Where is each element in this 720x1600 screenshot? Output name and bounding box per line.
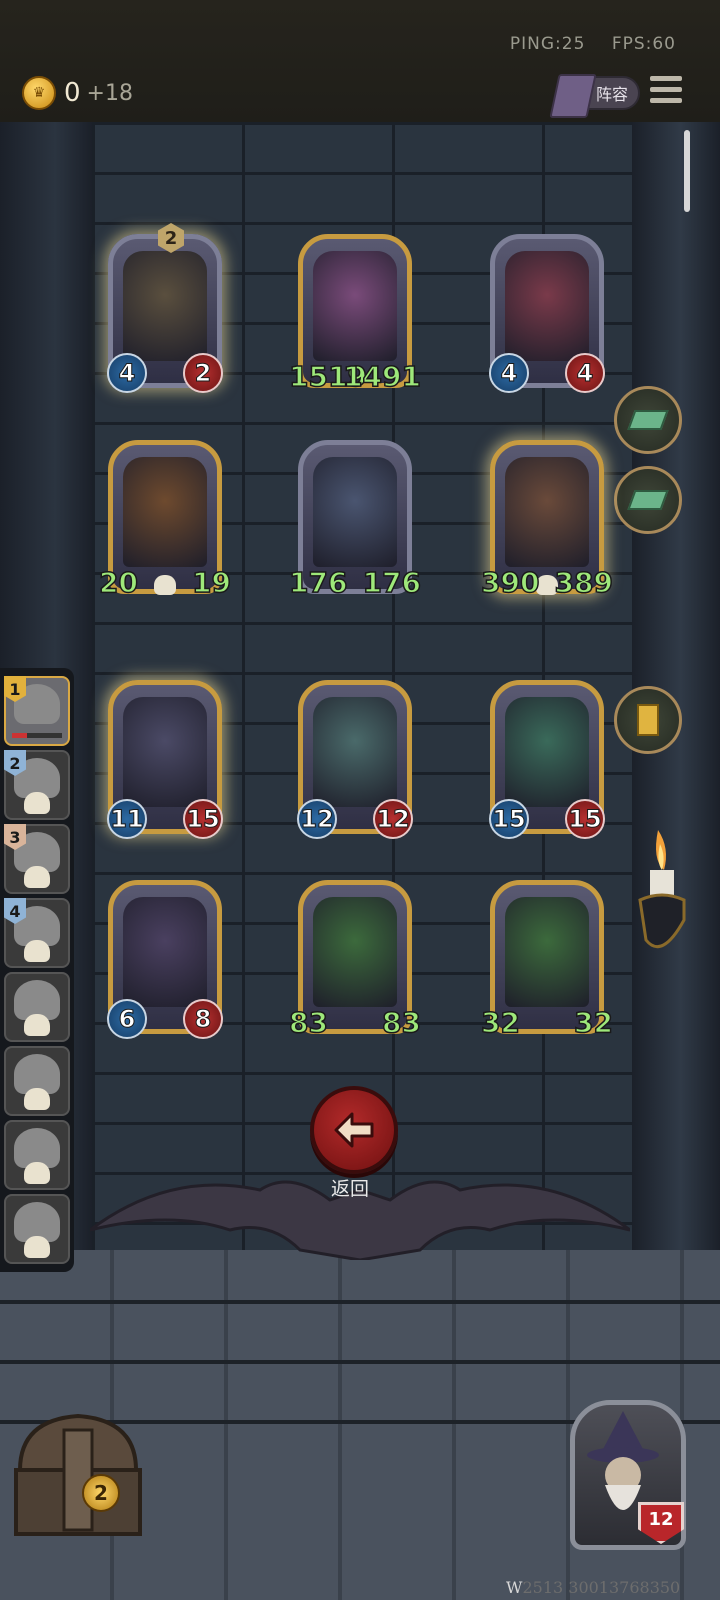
skull-icon (154, 575, 176, 595)
coin-value: 0 (64, 78, 81, 108)
minion-card-12[interactable]: 32 32 (480, 880, 614, 1040)
skull-icon (24, 940, 50, 962)
attack-value: 20 (98, 565, 138, 600)
minion-portrait (505, 697, 589, 807)
health-value: 4 (565, 353, 605, 393)
health-value: 8 (183, 999, 223, 1039)
minion-portrait (313, 251, 397, 361)
health-value: 19 (191, 565, 231, 600)
attack-value: 6 (107, 999, 147, 1039)
fps-text: FPS:60 (611, 34, 676, 54)
attack-value: 11 (107, 799, 147, 839)
hamburger-menu-icon[interactable] (650, 76, 682, 106)
minion-portrait (313, 457, 397, 567)
item-green-ingot-1[interactable] (614, 386, 682, 454)
attack-value: 12 (297, 799, 337, 839)
minion-portrait (123, 457, 207, 567)
attack-value: 83 (288, 1005, 328, 1040)
skull-icon (24, 1014, 50, 1036)
treasure-chest-icon[interactable] (10, 1410, 146, 1540)
minion-card-10[interactable]: 68 (107, 880, 223, 1039)
health-value: 12 (373, 799, 413, 839)
minion-card-2[interactable]: 1519 1491 (288, 234, 422, 394)
item-golden-trophy[interactable] (614, 686, 682, 754)
skull-icon (24, 792, 50, 814)
coin-counter: ♛ 0 +18 (22, 76, 133, 110)
minion-card-3[interactable]: 44 (489, 234, 605, 393)
attack-value: 4 (107, 353, 147, 393)
back-button[interactable] (310, 1086, 398, 1174)
minion-card-8[interactable]: 12 12 (297, 680, 413, 839)
top-bar: PING:25 FPS:60 ♛ 0 +18 阵容 (0, 0, 720, 125)
player-slot-8[interactable] (4, 1194, 70, 1264)
minion-portrait (505, 457, 589, 567)
book-icon (549, 74, 597, 118)
minion-card-1[interactable]: 242 (107, 223, 223, 393)
attack-value: 32 (480, 1005, 520, 1040)
minion-portrait (313, 697, 397, 807)
minion-card-7[interactable]: 11 15 (107, 680, 223, 839)
attack-value: 15 (489, 799, 529, 839)
crown-coin-icon: ♛ (22, 76, 56, 110)
health-value: 1491 (342, 359, 421, 394)
player-slot-4[interactable]: 4 (4, 898, 70, 968)
minion-card-6[interactable]: 390 389 (480, 440, 614, 600)
health-value: 15 (565, 799, 605, 839)
minion-portrait (505, 251, 589, 361)
chest-gold-badge: 2 (82, 1474, 120, 1512)
back-label: 返回 (330, 1178, 369, 1200)
minion-card-4[interactable]: 20 19 (98, 440, 232, 600)
health-value: 32 (573, 1005, 613, 1040)
network-stats: PING:25 FPS:60 (490, 34, 676, 54)
minion-portrait (123, 697, 207, 807)
skull-icon (24, 1236, 50, 1258)
lineup-button[interactable]: 阵容 (549, 74, 640, 118)
watermark: W2513 30013768350 (506, 1578, 680, 1597)
player-slot-1[interactable]: 1 (4, 676, 70, 746)
attack-value: 176 (288, 565, 348, 600)
health-value: 15 (183, 799, 223, 839)
minion-card-5[interactable]: 176 176 (288, 440, 422, 600)
player-slot-2[interactable]: 2 (4, 750, 70, 820)
minion-portrait (123, 251, 207, 361)
item-green-ingot-2[interactable] (614, 466, 682, 534)
watermark-lead: W (506, 1578, 523, 1597)
health-value: 176 (362, 565, 422, 600)
player-slot-3[interactable]: 3 (4, 824, 70, 894)
watermark-rest: 2513 30013768350 (522, 1578, 681, 1597)
skull-icon (24, 1162, 50, 1184)
attack-value: 4 (489, 353, 529, 393)
minion-card-9[interactable]: 15 15 (489, 680, 605, 839)
skull-icon (24, 866, 50, 888)
minion-portrait (505, 897, 589, 1007)
minion-card-11[interactable]: 83 83 (288, 880, 422, 1040)
coin-income: +18 (86, 80, 133, 106)
arrow-left-icon (334, 1112, 374, 1148)
health-value: 2 (183, 353, 223, 393)
player-list: 1234 (0, 668, 74, 1272)
minion-portrait (123, 897, 207, 1007)
health-value: 389 (554, 565, 614, 600)
torch-icon (638, 830, 686, 949)
player-slot-6[interactable] (4, 1046, 70, 1116)
lineup-label: 阵容 (595, 85, 628, 104)
player-slot-7[interactable] (4, 1120, 70, 1190)
attack-value: 390 (480, 565, 540, 600)
ping-text: PING:25 (509, 34, 586, 54)
minion-portrait (313, 897, 397, 1007)
scrollbar[interactable] (684, 130, 690, 212)
health-value: 83 (381, 1005, 421, 1040)
skull-icon (24, 1088, 50, 1110)
player-health-bar (12, 733, 62, 738)
player-slot-5[interactable] (4, 972, 70, 1042)
